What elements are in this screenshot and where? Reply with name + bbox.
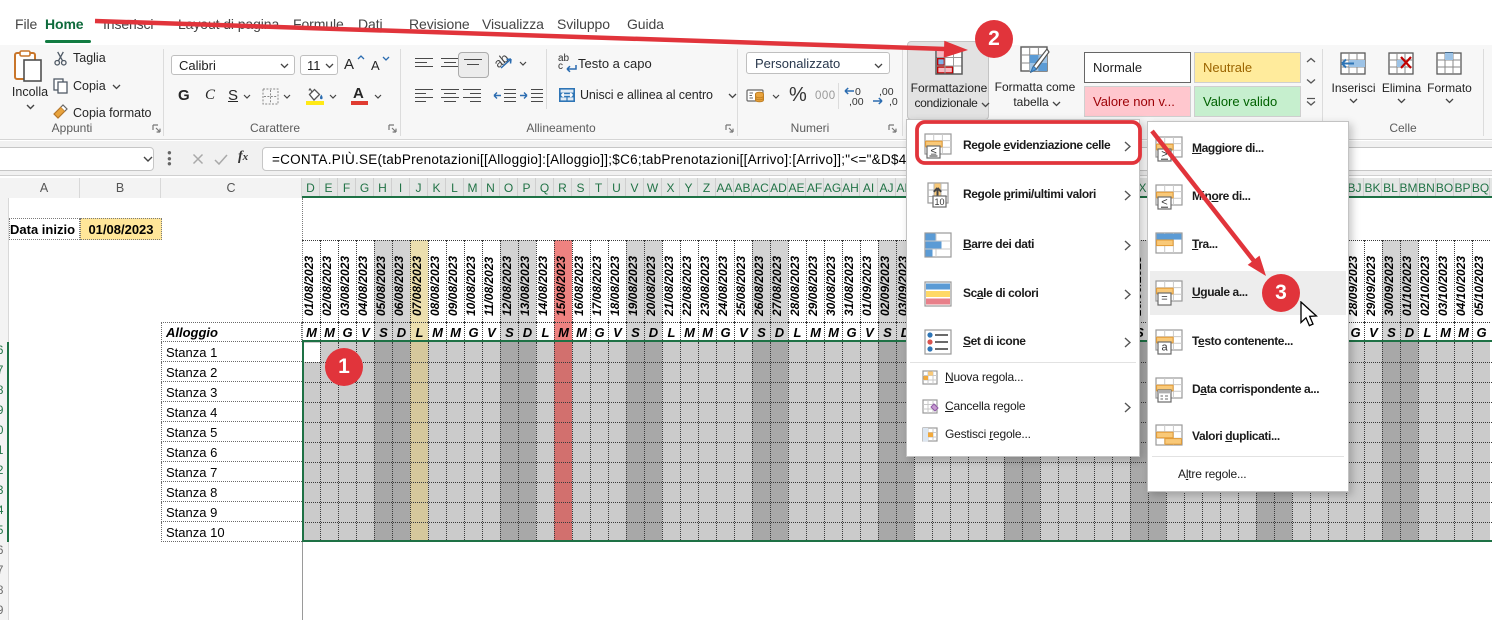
svg-text:=: = bbox=[1161, 293, 1167, 305]
svg-text:a: a bbox=[1161, 341, 1168, 353]
svg-text:10: 10 bbox=[934, 197, 944, 207]
